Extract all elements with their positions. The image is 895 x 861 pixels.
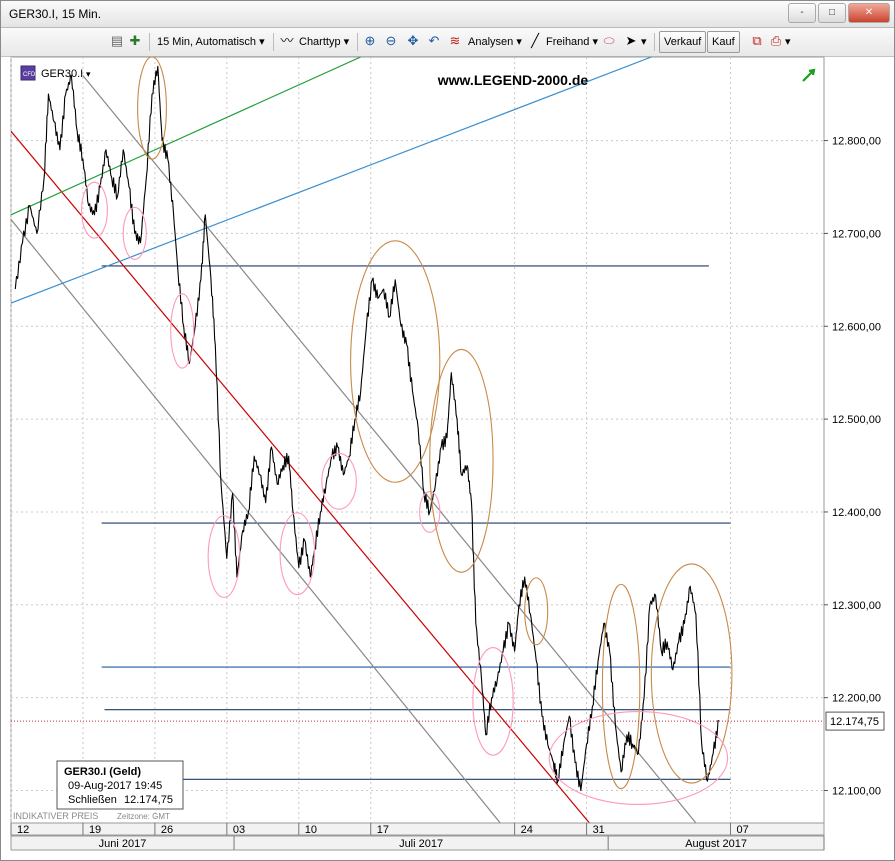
quote-box-title: GER30.I (Geld) (64, 766, 141, 778)
x-tick-label: 10 (305, 824, 317, 836)
x-tick-label: 31 (593, 824, 605, 836)
quote-box-close-value: 12.174,75 (124, 794, 173, 806)
month-label: Juli 2017 (399, 838, 443, 850)
chevron-down-icon[interactable]: ▾ (86, 69, 91, 79)
indicative-price-label: INDIKATIVER PREIS (13, 811, 98, 821)
timezone-label: Zeitzone: GMT (117, 812, 170, 821)
plot-area (10, 56, 825, 824)
y-tick-label: 12.700,00 (832, 228, 881, 240)
y-tick-label: 12.800,00 (832, 136, 881, 148)
quote-box-close-label: Schließen (68, 794, 117, 806)
chart-window: GER30.I, 15 Min. - □ ✕ ▤ ✚ 15 Min, Autom… (0, 0, 895, 861)
watermark-text: www.LEGEND-2000.de (437, 72, 589, 88)
last-price-label: 12.174,75 (830, 716, 879, 728)
y-tick-label: 12.600,00 (832, 321, 881, 333)
quote-box-datetime: 09-Aug-2017 19:45 (68, 780, 162, 792)
month-label: August 2017 (685, 838, 747, 850)
month-label: Juni 2017 (99, 838, 147, 850)
y-tick-label: 12.500,00 (832, 414, 881, 426)
cfd-icon-text: CFD (23, 72, 36, 78)
y-tick-label: 12.400,00 (832, 507, 881, 519)
x-tick-label: 24 (521, 824, 533, 836)
y-tick-label: 12.200,00 (832, 693, 881, 705)
x-tick-label: 26 (161, 824, 173, 836)
x-axis-days (10, 822, 825, 836)
x-tick-label: 19 (89, 824, 101, 836)
price-chart[interactable]: 12.100,00 12.200,00 12.300,00 12.400,00 12.5… (1, 1, 894, 860)
y-tick-label: 12.100,00 (832, 786, 881, 798)
x-tick-label: 03 (233, 824, 245, 836)
y-tick-label: 12.300,00 (832, 600, 881, 612)
symbol-label[interactable]: GER30.I (41, 68, 83, 80)
x-tick-label: 17 (377, 824, 389, 836)
x-tick-label: 07 (736, 824, 748, 836)
x-tick-label: 12 (17, 824, 29, 836)
